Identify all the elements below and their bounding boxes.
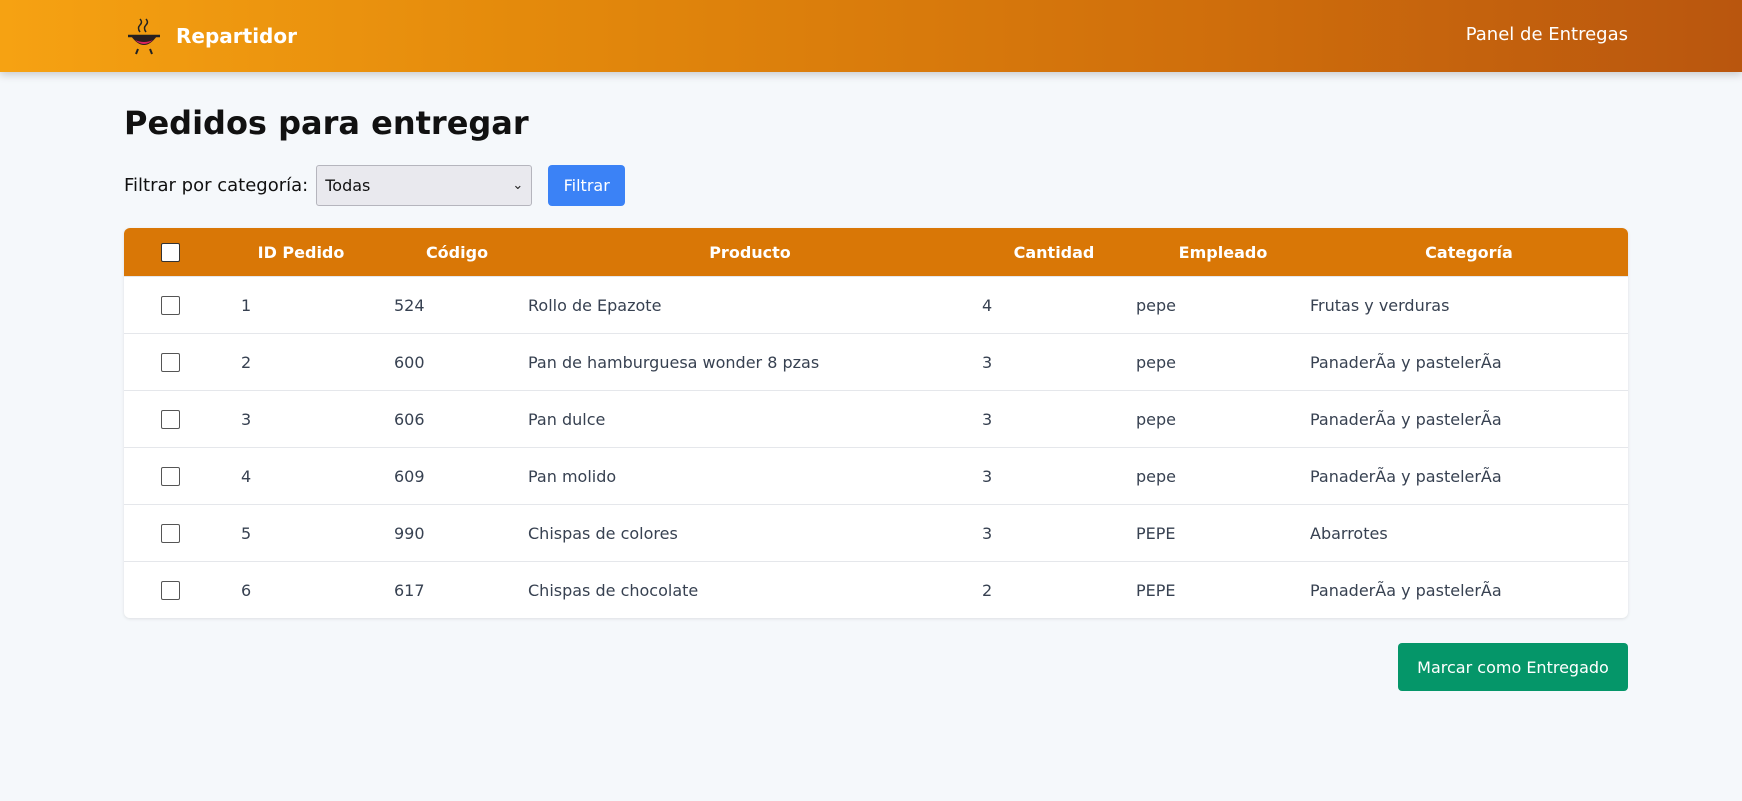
cell-empleado: pepe: [1136, 352, 1176, 372]
filter-label: Filtrar por categoría:: [124, 174, 309, 196]
cell-empleado: pepe: [1136, 409, 1176, 429]
cell-cantidad: 4: [982, 295, 993, 315]
chevron-down-icon: ⌄: [512, 177, 524, 193]
column-header-producto: Producto: [709, 242, 791, 262]
brand[interactable]: Repartidor: [124, 16, 297, 56]
cell-codigo: 524: [394, 295, 425, 315]
cell-codigo: 600: [394, 352, 425, 372]
table-row: 6 617 Chispas de chocolate 2 PEPE Panade…: [124, 561, 1628, 618]
page-title: Pedidos para entregar: [124, 104, 529, 142]
cell-codigo: 990: [394, 523, 425, 543]
category-select[interactable]: Todas ⌄: [316, 164, 533, 206]
cell-cantidad: 3: [982, 352, 993, 372]
table-row: 2 600 Pan de hamburguesa wonder 8 pzas 3…: [124, 333, 1628, 390]
panel-title: Panel de Entregas: [1465, 24, 1628, 45]
cell-id: 1: [241, 295, 252, 315]
brand-name: Repartidor: [176, 24, 297, 48]
row-checkbox[interactable]: [160, 580, 180, 600]
cell-cantidad: 2: [982, 580, 993, 600]
table-row: 1 524 Rollo de Epazote 4 pepe Frutas y v…: [124, 276, 1628, 333]
column-header-empleado: Empleado: [1178, 242, 1268, 262]
cell-producto: Pan molido: [528, 466, 617, 486]
table-row: 3 606 Pan dulce 3 pepe PanaderÃa y paste…: [124, 390, 1628, 447]
row-checkbox[interactable]: [160, 352, 180, 372]
cell-codigo: 617: [394, 580, 425, 600]
cell-categoria: Abarrotes: [1310, 523, 1388, 543]
row-checkbox[interactable]: [160, 523, 180, 543]
cell-producto: Pan dulce: [528, 409, 606, 429]
column-header-codigo: Código: [425, 242, 489, 262]
cell-empleado: PEPE: [1136, 580, 1176, 600]
cell-producto: Pan de hamburguesa wonder 8 pzas: [528, 352, 820, 372]
cell-cantidad: 3: [982, 409, 993, 429]
cell-empleado: pepe: [1136, 295, 1176, 315]
cell-id: 2: [241, 352, 252, 372]
category-select-value: Todas: [325, 175, 371, 195]
row-checkbox[interactable]: [160, 295, 180, 315]
cell-categoria: Frutas y verduras: [1310, 295, 1450, 315]
row-checkbox[interactable]: [160, 409, 180, 429]
orders-table: ID Pedido Código Producto Cantidad Emple…: [124, 228, 1628, 618]
row-checkbox[interactable]: [160, 466, 180, 486]
cell-categoria: PanaderÃa y pastelerÃa: [1310, 409, 1502, 429]
cell-categoria: PanaderÃa y pastelerÃa: [1310, 466, 1502, 486]
main-content: Pedidos para entregar Filtrar por catego…: [124, 72, 1628, 691]
cell-empleado: pepe: [1136, 466, 1176, 486]
cell-cantidad: 3: [982, 523, 993, 543]
cell-codigo: 606: [394, 409, 425, 429]
chef-pot-icon: [128, 18, 160, 55]
table-row: 4 609 Pan molido 3 pepe PanaderÃa y past…: [124, 447, 1628, 504]
column-header-categoria: Categoría: [1425, 242, 1513, 262]
table-header: ID Pedido Código Producto Cantidad Emple…: [124, 228, 1628, 276]
cell-id: 4: [241, 466, 252, 486]
actions-bar: Marcar como Entregado: [124, 643, 1628, 691]
top-navbar: Repartidor Panel de Entregas: [0, 0, 1742, 72]
filter-bar: Filtrar por categoría: Todas ⌄ Filtrar: [124, 164, 1628, 206]
cell-producto: Chispas de colores: [528, 523, 678, 543]
column-header-id: ID Pedido: [257, 242, 345, 262]
cell-empleado: PEPE: [1136, 523, 1176, 543]
cell-categoria: PanaderÃa y pastelerÃa: [1310, 352, 1502, 372]
cell-producto: Chispas de chocolate: [528, 580, 699, 600]
cell-id: 3: [241, 409, 252, 429]
cell-categoria: PanaderÃa y pastelerÃa: [1310, 580, 1502, 600]
filter-button[interactable]: Filtrar: [548, 164, 626, 206]
cell-id: 6: [241, 580, 252, 600]
mark-delivered-button[interactable]: Marcar como Entregado: [1398, 643, 1628, 691]
cell-cantidad: 3: [982, 466, 993, 486]
table-row: 5 990 Chispas de colores 3 PEPE Abarrote…: [124, 504, 1628, 561]
cell-id: 5: [241, 523, 252, 543]
select-all-checkbox[interactable]: [160, 242, 180, 262]
cell-producto: Rollo de Epazote: [528, 295, 662, 315]
column-header-cantidad: Cantidad: [1013, 242, 1095, 262]
cell-codigo: 609: [394, 466, 425, 486]
